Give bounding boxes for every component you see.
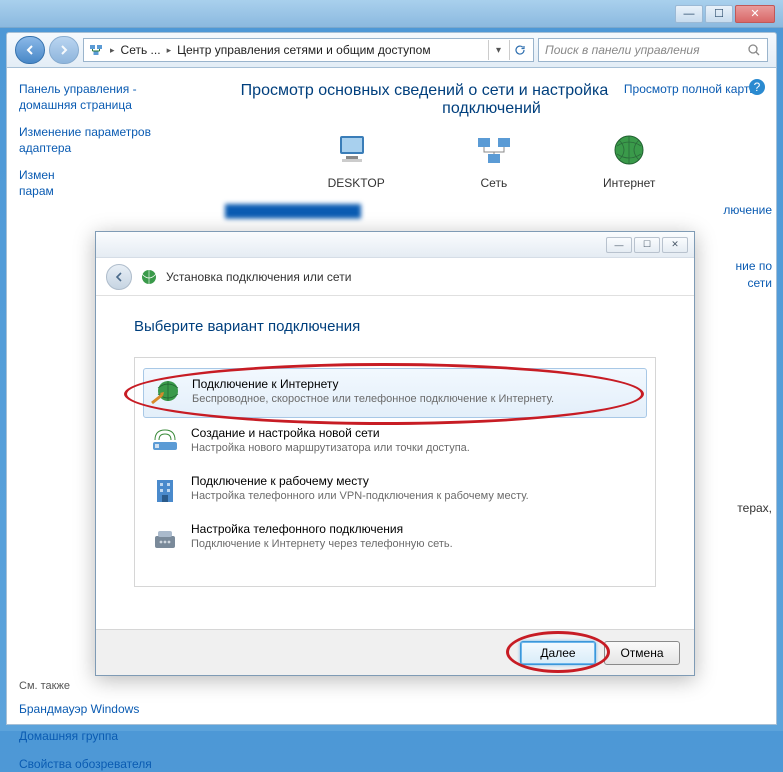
wizard-close-button[interactable]: ✕ — [662, 237, 688, 253]
network-node-label: Сеть — [481, 176, 508, 190]
sidebar-link-frag: Измен — [19, 168, 55, 182]
sidebar-link-internet-options[interactable]: Свойства обозревателя — [19, 757, 195, 772]
explorer-toolbar: ▸ Сеть ... ▸ Центр управления сетями и о… — [6, 32, 777, 68]
search-input[interactable]: Поиск в панели управления — [538, 38, 768, 62]
globe-icon — [605, 132, 653, 172]
option-internet-connection[interactable]: Подключение к Интернету Беспроводное, ск… — [143, 368, 647, 418]
search-placeholder: Поиск в панели управления — [545, 43, 700, 57]
wizard-maximize-button[interactable]: ☐ — [634, 237, 660, 253]
option-title: Подключение к рабочему месту — [191, 474, 529, 488]
wizard-body: Выберите вариант подключения Подключение… — [96, 296, 694, 609]
dropdown-button[interactable]: ▾ — [488, 40, 508, 60]
arrow-right-icon — [57, 43, 71, 57]
maximize-button[interactable]: ☐ — [705, 5, 733, 23]
option-workplace-connection[interactable]: Подключение к рабочему месту Настройка т… — [143, 466, 647, 514]
desktop-icon — [332, 132, 380, 172]
option-description: Настройка нового маршрутизатора или точк… — [191, 442, 470, 454]
wizard-icon — [140, 268, 158, 286]
partial-text: лючение — [723, 202, 772, 219]
next-button[interactable]: Далее — [520, 641, 596, 665]
sidebar-link-frag: парам — [19, 184, 54, 198]
network-icon — [88, 42, 104, 58]
chevron-right-icon: ▸ — [110, 45, 115, 56]
wizard-footer: Далее Отмена — [96, 629, 694, 675]
wizard-titlebar: — ☐ ✕ — [96, 232, 694, 258]
option-title: Создание и настройка новой сети — [191, 426, 470, 440]
sidebar-link-sharing[interactable]: Измен парам — [19, 168, 195, 199]
refresh-icon — [514, 44, 526, 56]
wizard-title: Установка подключения или сети — [166, 270, 351, 284]
wizard-back-button[interactable] — [106, 264, 132, 290]
option-new-network[interactable]: Создание и настройка новой сети Настройк… — [143, 418, 647, 466]
close-button[interactable]: ✕ — [735, 5, 775, 23]
option-description: Настройка телефонного или VPN-подключени… — [191, 490, 529, 502]
option-title: Подключение к Интернету — [192, 377, 554, 391]
parent-window-titlebar: — ☐ ✕ — [0, 0, 783, 28]
option-title: Настройка телефонного подключения — [191, 522, 453, 536]
router-icon — [149, 426, 181, 458]
cancel-button[interactable]: Отмена — [604, 641, 680, 665]
sidebar-link-home[interactable]: Панель управления - домашняя страница — [19, 82, 195, 113]
arrow-left-icon — [113, 271, 125, 283]
wizard-heading: Выберите вариант подключения — [134, 318, 656, 335]
network-node-label: DESKTOP — [328, 176, 385, 190]
connection-options-list: Подключение к Интернету Беспроводное, ск… — [134, 357, 656, 587]
network-map: DESKTOP Сеть Интернет — [225, 132, 758, 190]
partial-text: ние по сети — [735, 258, 772, 292]
network-node-internet: Интернет — [603, 132, 655, 190]
wizard-header: Установка подключения или сети — [96, 258, 694, 296]
connection-wizard-dialog: — ☐ ✕ Установка подключения или сети Выб… — [95, 231, 695, 676]
sidebar-link-homegroup[interactable]: Домашняя группа — [19, 729, 195, 745]
minimize-button[interactable]: — — [675, 5, 703, 23]
content-frame: Панель управления - домашняя страница Из… — [6, 68, 777, 725]
sidebar-link-adapter[interactable]: Изменение параметров адаптера — [19, 125, 195, 156]
arrow-left-icon — [23, 43, 37, 57]
wizard-minimize-button[interactable]: — — [606, 237, 632, 253]
help-icon[interactable]: ? — [748, 78, 766, 96]
phone-modem-icon — [149, 522, 181, 554]
blurred-text: ████████████████ — [225, 204, 361, 218]
globe-arrow-icon — [150, 377, 182, 409]
search-icon — [747, 43, 761, 57]
sidebar-link-firewall[interactable]: Брандмауэр Windows — [19, 702, 195, 718]
svg-text:?: ? — [754, 80, 761, 94]
nav-back-button[interactable] — [15, 36, 45, 64]
partial-text: терах, — [737, 500, 772, 517]
partial-frag: ние по — [735, 259, 772, 273]
network-hub-icon — [470, 132, 518, 172]
breadcrumb-network[interactable]: Сеть ... — [121, 43, 161, 57]
see-also-header: См. также — [19, 680, 195, 692]
view-full-map-link[interactable]: Просмотр полной карты — [624, 82, 758, 96]
partial-frag: сети — [748, 276, 772, 290]
address-bar[interactable]: ▸ Сеть ... ▸ Центр управления сетями и о… — [83, 38, 534, 62]
network-node-network: Сеть — [470, 132, 518, 190]
refresh-button[interactable] — [509, 40, 529, 60]
chevron-right-icon: ▸ — [167, 45, 172, 56]
network-node-label: Интернет — [603, 176, 655, 190]
nav-forward-button[interactable] — [49, 36, 79, 64]
network-node-desktop: DESKTOP — [328, 132, 385, 190]
breadcrumb-network-center[interactable]: Центр управления сетями и общим доступом — [177, 43, 431, 57]
option-description: Подключение к Интернету через телефонную… — [191, 538, 453, 550]
building-icon — [149, 474, 181, 506]
option-description: Беспроводное, скоростное или телефонное … — [192, 393, 554, 405]
option-dialup-connection[interactable]: Настройка телефонного подключения Подклю… — [143, 514, 647, 562]
